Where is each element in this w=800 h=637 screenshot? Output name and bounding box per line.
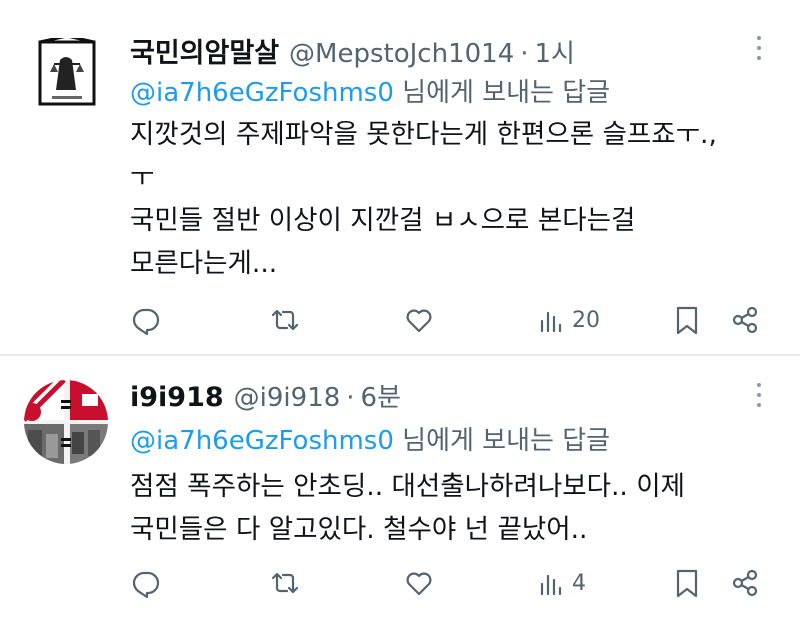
user-handle[interactable]: @i9i918 — [234, 383, 341, 413]
more-icon[interactable] — [750, 33, 768, 63]
action-bar: 20 — [0, 300, 800, 340]
display-name[interactable]: 국민의암말살 — [130, 31, 279, 70]
tweet-header: 국민의암말살 @MepstoJch1014 · 1시 — [130, 31, 575, 70]
text-line: 모른다는게... — [130, 248, 278, 279]
views-button[interactable]: 4 — [538, 563, 586, 603]
reply-button[interactable] — [131, 300, 161, 340]
bookmark-icon — [676, 306, 698, 335]
tweet-text: 지깟것의 주제파악을 못한다는게 한편으론 슬프죠ㅜ., ㅜ 국민들 절반 이상… — [130, 113, 717, 285]
tweet[interactable]: 국민의암말살 @MepstoJch1014 · 1시 @ia7h6eGzFosh… — [0, 0, 800, 354]
share-button[interactable] — [730, 563, 760, 603]
more-icon[interactable] — [750, 380, 768, 410]
like-icon — [406, 309, 432, 333]
share-button[interactable] — [730, 300, 760, 340]
display-name[interactable]: i9i918 — [130, 382, 224, 413]
timestamp[interactable]: 6분 — [361, 377, 401, 414]
bookmark-button[interactable] — [672, 563, 702, 603]
text-line: 국민들 절반 이상이 지깐걸 ㅂㅅ으로 본다는걸 — [130, 205, 636, 236]
reply-suffix: 님에게 보내는 답글 — [393, 78, 611, 108]
separator-dot: · — [346, 383, 355, 413]
mention-link[interactable]: @ia7h6eGzFoshms0 — [130, 426, 394, 456]
views-icon — [540, 574, 562, 596]
action-bar: 4 — [0, 563, 800, 603]
like-button[interactable] — [404, 563, 434, 603]
avatar[interactable] — [24, 380, 108, 464]
like-icon — [406, 572, 432, 596]
share-icon — [732, 306, 758, 334]
mention-link[interactable]: @ia7h6eGzFoshms0 — [130, 78, 394, 108]
bookmark-button[interactable] — [672, 300, 702, 340]
retweet-icon — [271, 309, 299, 331]
reply-context: @ia7h6eGzFoshms0 님에게 보내는 답글 — [130, 420, 610, 457]
tweet-text: 점점 폭주하는 안초딩.. 대선출나하려나보다.. 이제 국민들은 다 알고있다… — [130, 465, 685, 551]
views-button[interactable]: 20 — [538, 300, 600, 340]
tweet-header: i9i918 @i9i918 · 6분 — [130, 377, 401, 414]
bookmark-icon — [676, 569, 698, 598]
retweet-button[interactable] — [270, 300, 300, 340]
views-icon — [540, 311, 562, 333]
reply-suffix: 님에게 보내는 답글 — [393, 426, 611, 456]
reply-icon — [132, 571, 160, 598]
retweet-icon — [271, 572, 299, 594]
text-line: 점점 폭주하는 안초딩.. 대선출나하려나보다.. 이제 — [130, 471, 685, 502]
share-icon — [732, 569, 758, 597]
text-line: 지깟것의 주제파악을 못한다는게 한편으론 슬프죠ㅜ., — [130, 119, 717, 150]
reply-icon — [132, 308, 160, 335]
user-handle[interactable]: @MepstoJch1014 — [289, 39, 514, 69]
retweet-button[interactable] — [270, 563, 300, 603]
text-line: ㅜ — [130, 162, 155, 193]
separator-dot: · — [520, 39, 529, 69]
views-count: 20 — [572, 307, 600, 333]
reply-button[interactable] — [131, 563, 161, 603]
avatar[interactable] — [38, 34, 96, 110]
views-count: 4 — [572, 570, 586, 596]
text-line: 국민들은 다 알고있다. 철수야 넌 끝났어.. — [130, 514, 588, 545]
reply-context: @ia7h6eGzFoshms0 님에게 보내는 답글 — [130, 72, 610, 109]
timestamp[interactable]: 1시 — [535, 33, 575, 70]
like-button[interactable] — [404, 300, 434, 340]
